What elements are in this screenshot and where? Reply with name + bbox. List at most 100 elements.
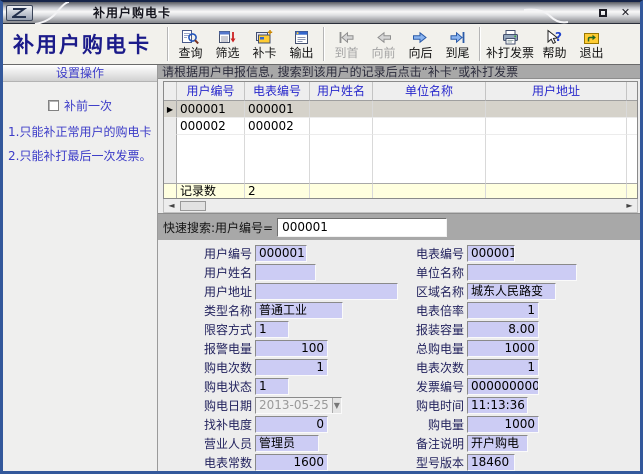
- toolbar-group-separator: [479, 27, 481, 61]
- toolbar-button-label: 向前: [371, 46, 395, 61]
- remark-field[interactable]: 开户购电: [467, 435, 528, 452]
- alarm-energy-field-label: 报警电量: [178, 340, 252, 357]
- go-last-button[interactable]: 到尾: [439, 25, 476, 63]
- table-row[interactable]: 000002000002: [164, 118, 637, 135]
- filter-button[interactable]: 筛选: [209, 25, 246, 63]
- area-name-field[interactable]: 城东人民路变: [467, 283, 556, 300]
- unit-name-field-label: 单位名称: [390, 264, 464, 281]
- page-title: 补用户购电卡: [5, 29, 164, 59]
- installed-capacity-field[interactable]: 8.00: [467, 321, 539, 338]
- table-cell: 000002: [245, 118, 310, 135]
- total-energy-field[interactable]: 1000: [467, 340, 539, 357]
- table-cell: [245, 151, 310, 167]
- form-row: 电表次数1: [390, 358, 577, 377]
- form-row: 报警电量100: [178, 339, 398, 358]
- adjust-energy-field[interactable]: 0: [255, 416, 328, 433]
- purchase-status-field[interactable]: 1: [255, 378, 289, 395]
- table-cell: [486, 135, 627, 151]
- meter-ratio-field[interactable]: 1: [467, 302, 539, 319]
- maximize-button[interactable]: [596, 6, 609, 19]
- next-icon: [411, 27, 430, 46]
- table-cell: [486, 167, 627, 183]
- user-address-field[interactable]: [255, 283, 398, 300]
- form-row: 总购电量1000: [390, 339, 577, 358]
- purchase-date-field-label: 购电日期: [178, 397, 252, 414]
- meter-constant-field[interactable]: 1600: [255, 454, 328, 471]
- quick-search-input[interactable]: [277, 218, 447, 237]
- table-cell-overflow: [627, 135, 637, 151]
- table-cell: [177, 167, 245, 183]
- table-cell-overflow: [627, 82, 637, 101]
- query-button[interactable]: 查询: [172, 25, 209, 63]
- form-row: 类型名称普通工业: [178, 301, 398, 320]
- table-cell: [310, 183, 373, 199]
- type-name-field[interactable]: 普通工业: [255, 302, 343, 319]
- table-horizontal-scrollbar[interactable]: ◄ ►: [163, 199, 638, 213]
- table-cell-overflow: [627, 151, 637, 167]
- form-row: 单位名称: [390, 263, 577, 282]
- table-cell-overflow: [627, 101, 637, 118]
- purchase-amount-field[interactable]: 1000: [467, 416, 539, 433]
- app-logo-icon: [6, 5, 33, 21]
- scroll-left-arrow-icon[interactable]: ◄: [165, 200, 178, 212]
- form-row: 购电时间11:13:36: [390, 396, 577, 415]
- window-body: 设置操作 补前一次 1.只能补正常用户的购电卡2.只能补打最后一次发票。 请根据…: [3, 65, 640, 471]
- form-row: 购电状态1: [178, 377, 398, 396]
- toolbar-group-separator: [323, 27, 325, 61]
- redo-previous-checkbox[interactable]: [48, 100, 59, 111]
- toolbar: 补用户购电卡 查询筛选补卡输出到首向前向后到尾补打发票?帮助退出: [3, 24, 640, 65]
- table-cell-overflow: [627, 183, 637, 199]
- toolbar-separator: [167, 27, 169, 61]
- purchase-amount-field-label: 购电量: [390, 416, 464, 433]
- invoice-no-field[interactable]: 0000000001: [467, 378, 539, 395]
- filter-icon: [218, 27, 237, 46]
- model-version-field-label: 型号版本: [390, 454, 464, 471]
- table-row[interactable]: ▶000001000001: [164, 101, 637, 118]
- user-address-field-label: 用户地址: [178, 283, 252, 300]
- purchase-count-field[interactable]: 1: [255, 359, 328, 376]
- scroll-right-arrow-icon[interactable]: ►: [623, 200, 636, 212]
- purchase-time-field[interactable]: 11:13:36: [467, 397, 528, 414]
- record-count-label: 记录数: [177, 183, 245, 199]
- toolbar-button-label: 筛选: [215, 46, 239, 61]
- toolbar-button-label: 补打发票: [486, 46, 534, 61]
- table-cell: [373, 183, 486, 199]
- help-button[interactable]: ?帮助: [536, 25, 573, 63]
- titlebar-swoosh-right: [524, 2, 568, 24]
- redo-previous-checkbox-row: 补前一次: [48, 97, 112, 114]
- form-row: 电表倍率1: [390, 301, 577, 320]
- table-cell: [486, 151, 627, 167]
- user-name-field[interactable]: [255, 264, 316, 281]
- table-empty-row: [164, 151, 637, 167]
- model-version-field[interactable]: 18460: [467, 454, 515, 471]
- limit-mode-field[interactable]: 1: [255, 321, 289, 338]
- meter-id-field[interactable]: 000001: [467, 245, 515, 262]
- form-row: 电表常数1600: [178, 453, 398, 472]
- user-id-field[interactable]: 000001: [255, 245, 307, 262]
- output-button[interactable]: 输出: [283, 25, 320, 63]
- close-button[interactable]: ✕: [619, 6, 632, 19]
- hint-message-bar: 请根据用户申报信息, 搜索到该用户的记录后点击“补卡”或补打发票: [158, 65, 640, 79]
- unit-name-field[interactable]: [467, 264, 577, 281]
- form-row: 用户地址: [178, 282, 398, 301]
- exit-button[interactable]: 退出: [573, 25, 610, 63]
- reissue-card-button[interactable]: 补卡: [246, 25, 283, 63]
- row-selector-cell: [164, 135, 177, 151]
- scrollbar-thumb[interactable]: [180, 201, 206, 211]
- reprint-invoice-button[interactable]: 补打发票: [484, 25, 536, 63]
- toolbar-button-label: 补卡: [252, 46, 276, 61]
- form-row: 报装容量8.00: [390, 320, 577, 339]
- user-name-field-label: 用户姓名: [178, 264, 252, 281]
- redo-previous-checkbox-label: 补前一次: [64, 97, 112, 114]
- form-row: 备注说明开户购电: [390, 434, 577, 453]
- printer-icon: [501, 27, 520, 46]
- meter-count-field[interactable]: 1: [467, 359, 539, 376]
- detail-form: 用户编号000001用户姓名用户地址类型名称普通工业限容方式1报警电量100购电…: [158, 240, 640, 471]
- alarm-energy-field[interactable]: 100: [255, 340, 328, 357]
- operator-field[interactable]: 管理员: [255, 435, 319, 452]
- table-row-selector-header: [164, 82, 177, 101]
- table-cell: [373, 151, 486, 167]
- sidebar-note: 2.只能补打最后一次发票。: [8, 149, 154, 164]
- table-cell: [373, 135, 486, 151]
- go-next-button[interactable]: 向后: [402, 25, 439, 63]
